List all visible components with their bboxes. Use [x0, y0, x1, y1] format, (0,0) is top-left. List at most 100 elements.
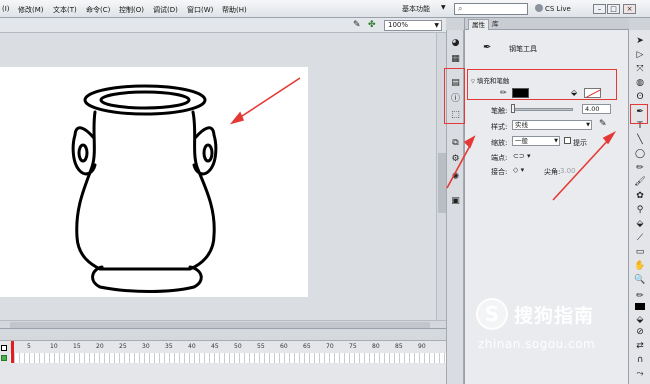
edit-bar: ✎ ✤ 100% ▼: [0, 18, 446, 33]
scroll-thumb[interactable]: [438, 153, 446, 213]
edit-scene-icon[interactable]: ✤: [368, 20, 376, 30]
minimize-button[interactable]: –: [593, 4, 606, 14]
bone-tool-icon[interactable]: ⚲: [633, 205, 647, 216]
selection-tool-icon[interactable]: ➤: [633, 36, 647, 47]
hint-label: 提示: [573, 139, 587, 147]
stage-area[interactable]: [0, 33, 436, 320]
edit-stroke-style-icon[interactable]: ✎: [599, 119, 607, 129]
vase-drawing[interactable]: [0, 67, 308, 297]
menu-item-text[interactable]: 文本(T): [53, 5, 77, 15]
zoom-select[interactable]: 100% ▼: [384, 20, 442, 31]
components-icon[interactable]: ⚙: [450, 154, 461, 164]
miter-value[interactable]: 3.00: [560, 167, 576, 175]
frame-number: 25: [119, 343, 127, 350]
paint-bucket-icon[interactable]: ⬙: [633, 219, 647, 230]
tab-properties[interactable]: 属性: [468, 19, 489, 30]
scale-label: 缩放:: [491, 139, 508, 147]
subselection-tool-icon[interactable]: ▷: [633, 50, 647, 61]
join-select[interactable]: ◇ ▾: [513, 166, 524, 174]
3d-rotation-icon[interactable]: ◍: [633, 78, 647, 89]
pencil-tool-icon[interactable]: ✏: [633, 163, 647, 174]
code-snippets-icon[interactable]: ⧉: [450, 138, 461, 148]
brush-tool-icon[interactable]: 🖌: [633, 177, 647, 188]
menu-item-help[interactable]: 帮助(H): [222, 5, 247, 15]
scale-select[interactable]: 一般 ▼: [512, 136, 560, 146]
menu-item[interactable]: (I): [2, 5, 10, 13]
style-value: 实线: [515, 121, 528, 129]
panel-tabs: 属性 库: [465, 18, 629, 30]
edit-symbols-icon[interactable]: ✎: [353, 20, 361, 30]
cs-live-label: CS Live: [545, 5, 571, 13]
frame-number: 30: [142, 343, 150, 350]
stroke-width-input[interactable]: 4.00: [582, 104, 611, 114]
maximize-button[interactable]: □: [607, 4, 620, 14]
frame-number: 10: [50, 343, 58, 350]
workspace-switcher[interactable]: 基本功能: [402, 4, 430, 14]
lasso-icon[interactable]: ʘ: [633, 92, 647, 103]
deco-tool-icon[interactable]: ✿: [633, 191, 647, 202]
cs-live-icon: [535, 4, 543, 12]
oval-tool-icon[interactable]: ◯: [633, 149, 647, 160]
horizontal-scrollbar[interactable]: [0, 320, 446, 328]
frame-number: 15: [73, 343, 81, 350]
motion-presets-icon[interactable]: ✺: [450, 172, 461, 182]
close-button[interactable]: ×: [623, 4, 636, 14]
zoom-tool-icon[interactable]: 🔍: [633, 275, 647, 286]
stroke-label: 笔触:: [491, 107, 508, 115]
eraser-icon[interactable]: ▭: [633, 247, 647, 258]
layer-outline-icon[interactable]: [1, 345, 7, 351]
tool-name: 钢笔工具: [509, 45, 537, 53]
frame-number: 45: [211, 343, 219, 350]
menu-item-window[interactable]: 窗口(W): [187, 5, 213, 15]
chevron-down-icon: ▼: [586, 122, 590, 128]
chevron-down-icon: ▼: [554, 138, 558, 144]
frame-number: 70: [326, 343, 334, 350]
color-wheel-icon[interactable]: ◕: [450, 38, 461, 48]
highlight-box: [467, 69, 617, 100]
zoom-value: 100%: [388, 21, 409, 29]
timeline-panel: 151015202530354045505560657075808590: [0, 328, 446, 384]
cap-select[interactable]: ⊂⊃ ▾: [513, 152, 530, 160]
playhead[interactable]: [11, 341, 14, 363]
timeline-header: [0, 329, 446, 341]
hint-checkbox[interactable]: [564, 137, 571, 144]
pen-tool-icon: ✒: [483, 42, 492, 53]
stage-canvas[interactable]: [0, 67, 308, 297]
line-tool-icon[interactable]: ╲: [633, 135, 647, 146]
cap-label: 端点:: [491, 154, 508, 162]
eyedropper-icon[interactable]: ⟋: [633, 233, 647, 244]
history-icon[interactable]: ▣: [450, 196, 461, 206]
highlight-box: [630, 104, 648, 124]
timeline-frames[interactable]: [10, 353, 446, 363]
join-label: 接合:: [491, 168, 508, 176]
menu-bar: (I) 修改(M) 文本(T) 命令(C) 控制(O) 调试(D) 窗口(W) …: [0, 0, 650, 18]
frame-number: 40: [188, 343, 196, 350]
swatches-icon[interactable]: ▦: [450, 54, 461, 64]
menu-item-modify[interactable]: 修改(M): [18, 5, 44, 15]
menu-item-control[interactable]: 控制(O): [119, 5, 144, 15]
sogou-logo-icon: S: [476, 298, 508, 330]
hand-tool-icon[interactable]: ✋: [633, 261, 647, 272]
highlight-box: [444, 68, 465, 124]
menu-item-commands[interactable]: 命令(C): [86, 5, 110, 15]
miter-label: 尖角:: [544, 168, 561, 176]
cs-live-button[interactable]: CS Live: [535, 4, 571, 13]
frame-number: 50: [234, 343, 242, 350]
free-transform-icon[interactable]: ⤧: [633, 64, 647, 75]
stroke-color-chip[interactable]: [635, 303, 645, 310]
frame-number: 90: [418, 343, 426, 350]
frame-number: 35: [165, 343, 173, 350]
chevron-down-icon[interactable]: ▼: [441, 4, 446, 11]
frame-number: 60: [280, 343, 288, 350]
slider-knob[interactable]: [511, 104, 515, 113]
frame-number: 85: [395, 343, 403, 350]
smooth-icon[interactable]: ⤳: [633, 369, 647, 380]
layer-color-icon[interactable]: [1, 355, 7, 361]
frame-number: 80: [372, 343, 380, 350]
menu-item-debug[interactable]: 调试(D): [153, 5, 178, 15]
watermark-brand: 搜狗指南: [514, 305, 595, 327]
style-select[interactable]: 实线 ▼: [512, 120, 592, 130]
tab-library[interactable]: 库: [489, 19, 502, 30]
stroke-slider[interactable]: [513, 108, 573, 111]
search-input[interactable]: ⌕: [454, 3, 528, 15]
